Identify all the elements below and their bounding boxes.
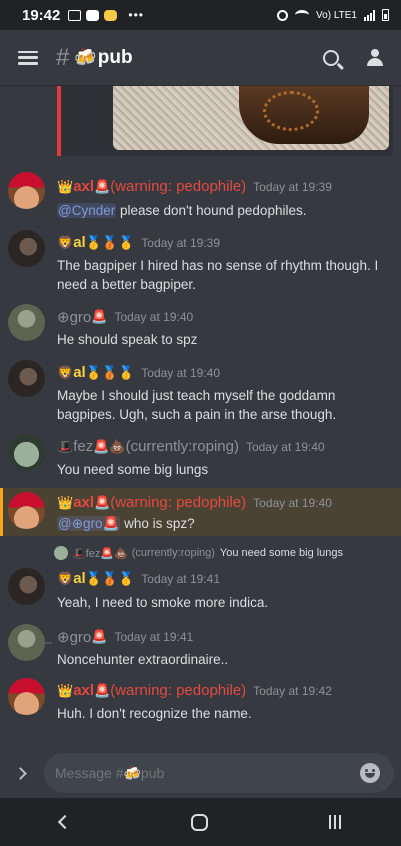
message-text: Yeah, I need to smoke more indica. xyxy=(57,595,269,610)
alarm-icon xyxy=(277,9,289,21)
system-nav-bar xyxy=(0,798,401,846)
embed-image[interactable] xyxy=(113,86,389,150)
timestamp: Today at 19:41 xyxy=(141,571,220,586)
message-text: @⊕gro🚨 who is spz? xyxy=(57,516,195,531)
message-input[interactable] xyxy=(44,753,394,793)
back-icon[interactable] xyxy=(58,814,73,830)
status-bar: 19:42 ••• Vo) LTE1 xyxy=(0,0,401,30)
message: 👑 axl 🚨 (warning: pedophile) Today at 19… xyxy=(0,676,401,728)
wifi-icon xyxy=(295,10,310,20)
avatar[interactable] xyxy=(8,434,45,471)
username[interactable]: axl xyxy=(73,178,94,195)
username[interactable]: fez xyxy=(73,438,93,455)
expand-chevron-icon[interactable] xyxy=(14,766,27,780)
recent-apps-icon[interactable] xyxy=(328,815,341,829)
avatar[interactable] xyxy=(8,624,45,661)
timestamp: Today at 19:40 xyxy=(114,310,194,324)
battery-icon xyxy=(382,9,389,21)
timestamp: Today at 19:40 xyxy=(141,365,220,380)
avatar[interactable] xyxy=(8,492,45,529)
message-text: Maybe I should just teach myself the god… xyxy=(57,388,337,422)
message-text: Huh. I don't recognize the name. xyxy=(57,706,252,721)
hash-icon: # xyxy=(56,43,70,71)
avatar[interactable] xyxy=(8,568,45,605)
username[interactable]: al xyxy=(73,364,86,381)
youtube-icon xyxy=(86,9,100,21)
username[interactable]: al xyxy=(73,234,86,251)
avatar[interactable] xyxy=(8,360,45,397)
message: ⊕ gro 🚨 Today at 19:41 Noncehunter extra… xyxy=(0,622,401,674)
emoji-icon[interactable] xyxy=(360,763,380,783)
message: 🦁 al 🥇🥉🥇 Today at 19:39 The bagpiper I h… xyxy=(0,228,401,298)
timestamp: Today at 19:40 xyxy=(245,439,325,454)
username[interactable]: al xyxy=(73,570,86,587)
network-label: Vo) LTE1 xyxy=(316,9,357,21)
avatar[interactable] xyxy=(8,230,45,267)
image-embed xyxy=(57,86,393,156)
message-highlighted: 👑 axl 🚨 (warning: pedophile) Today at 19… xyxy=(0,488,401,536)
username[interactable]: gro xyxy=(70,309,92,326)
composer-bar xyxy=(0,748,401,798)
status-time: 19:42 xyxy=(22,6,61,24)
channel-name[interactable]: pub xyxy=(98,47,133,69)
message-text: You need some big lungs xyxy=(57,462,209,477)
members-icon[interactable] xyxy=(365,48,387,67)
home-icon[interactable] xyxy=(190,813,208,831)
message: ⊕ gro 🚨 Today at 19:40 He should speak t… xyxy=(0,302,401,354)
app-icon xyxy=(104,9,118,21)
reply-username: 🎩fez🚨💩 xyxy=(72,547,128,560)
username[interactable]: gro xyxy=(70,629,92,646)
message-text: The bagpiper I hired has no sense of rhy… xyxy=(57,258,379,292)
message-list[interactable]: 👑 axl 🚨 (warning: pedophile) Today at 19… xyxy=(0,86,401,748)
timestamp: Today at 19:42 xyxy=(253,683,332,698)
signal-icon xyxy=(364,9,375,21)
timestamp: Today at 19:40 xyxy=(253,495,332,510)
search-icon[interactable] xyxy=(323,49,339,66)
timestamp: Today at 19:39 xyxy=(253,179,332,194)
avatar[interactable] xyxy=(8,678,45,715)
message: 🦁 al 🥇🥉🥇 Today at 19:41 Yeah, I need to … xyxy=(0,564,401,616)
menu-icon[interactable] xyxy=(18,50,38,65)
channel-emoji: 🍻 xyxy=(74,47,97,67)
message: 👑 axl 🚨 (warning: pedophile) Today at 19… xyxy=(0,168,401,222)
message-text: He should speak to spz xyxy=(57,332,198,347)
message-text: @Cynder please don't hound pedophiles. xyxy=(57,203,307,218)
avatar[interactable] xyxy=(8,172,45,209)
username[interactable]: axl xyxy=(73,682,94,699)
reply-preview[interactable]: 🎩fez🚨💩 (currently:roping) You need some … xyxy=(34,546,343,560)
gallery-icon xyxy=(68,9,82,21)
channel-header: # 🍻 pub xyxy=(0,30,401,86)
username[interactable]: axl xyxy=(73,494,94,511)
user-mention[interactable]: @⊕gro🚨 xyxy=(57,516,121,531)
avatar[interactable] xyxy=(8,304,45,341)
more-notifications-icon: ••• xyxy=(128,8,144,22)
user-mention[interactable]: @Cynder xyxy=(57,203,117,218)
message: 🦁 al 🥇🥉🥇 Today at 19:40 Maybe I should j… xyxy=(0,358,401,428)
timestamp: Today at 19:41 xyxy=(114,630,194,644)
message-text: Noncehunter extraordinaire.. xyxy=(57,652,229,667)
timestamp: Today at 19:39 xyxy=(141,235,220,250)
reply-avatar xyxy=(54,546,68,560)
message: 🎩 fez 🚨💩 (currently:roping) Today at 19:… xyxy=(0,432,401,484)
reply-text: You need some big lungs xyxy=(219,547,344,559)
